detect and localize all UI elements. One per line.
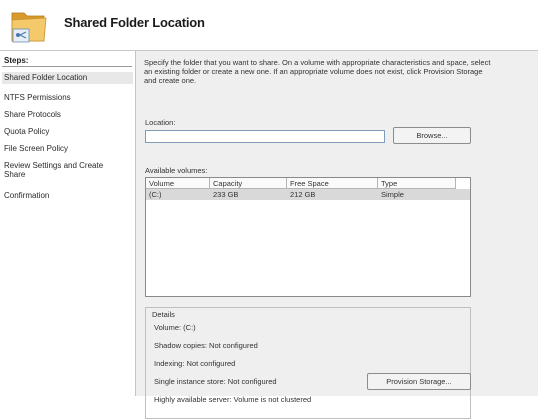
table-row[interactable]: (C:) 233 GB 212 GB Simple bbox=[146, 189, 470, 200]
step-shared-folder-location[interactable]: Shared Folder Location bbox=[2, 72, 133, 84]
steps-divider bbox=[2, 66, 132, 67]
detail-volume: Volume: (C:) bbox=[154, 323, 196, 332]
detail-single-instance-store: Single instance store: Not configured bbox=[154, 377, 277, 386]
location-input[interactable] bbox=[145, 130, 385, 143]
page-title: Shared Folder Location bbox=[64, 15, 205, 30]
cell-capacity: 233 GB bbox=[213, 190, 239, 199]
browse-button[interactable]: Browse... bbox=[393, 127, 471, 144]
steps-sidebar: Steps: Shared Folder Location NTFS Permi… bbox=[0, 51, 136, 396]
column-header-free-space[interactable]: Free Space bbox=[287, 178, 378, 189]
cell-type: Simple bbox=[381, 190, 404, 199]
detail-highly-available-server: Highly available server: Volume is not c… bbox=[154, 395, 312, 404]
provision-storage-button[interactable]: Provision Storage... bbox=[367, 373, 471, 390]
available-volumes-label: Available volumes: bbox=[145, 166, 208, 175]
cell-volume: (C:) bbox=[149, 190, 162, 199]
step-quota-policy[interactable]: Quota Policy bbox=[2, 127, 133, 137]
column-header-type[interactable]: Type bbox=[378, 178, 456, 189]
step-ntfs-permissions[interactable]: NTFS Permissions bbox=[2, 93, 133, 103]
detail-indexing: Indexing: Not configured bbox=[154, 359, 236, 368]
step-review-settings[interactable]: Review Settings and Create Share bbox=[2, 161, 112, 179]
description-text: Specify the folder that you want to shar… bbox=[144, 58, 491, 85]
column-header-capacity[interactable]: Capacity bbox=[210, 178, 287, 189]
step-file-screen-policy[interactable]: File Screen Policy bbox=[2, 144, 133, 154]
steps-label: Steps: bbox=[4, 56, 29, 65]
location-label: Location: bbox=[145, 118, 176, 127]
step-confirmation[interactable]: Confirmation bbox=[2, 191, 133, 201]
details-legend: Details bbox=[150, 310, 177, 319]
cell-free-space: 212 GB bbox=[290, 190, 316, 199]
wizard-header: Shared Folder Location bbox=[0, 0, 538, 51]
volumes-table[interactable]: Volume Capacity Free Space Type (C:) 233… bbox=[145, 177, 471, 297]
step-share-protocols[interactable]: Share Protocols bbox=[2, 110, 133, 120]
folder-icon bbox=[10, 3, 50, 45]
column-header-volume[interactable]: Volume bbox=[146, 178, 210, 189]
detail-shadow-copies: Shadow copies: Not configured bbox=[154, 341, 258, 350]
main-panel: Specify the folder that you want to shar… bbox=[136, 51, 538, 419]
